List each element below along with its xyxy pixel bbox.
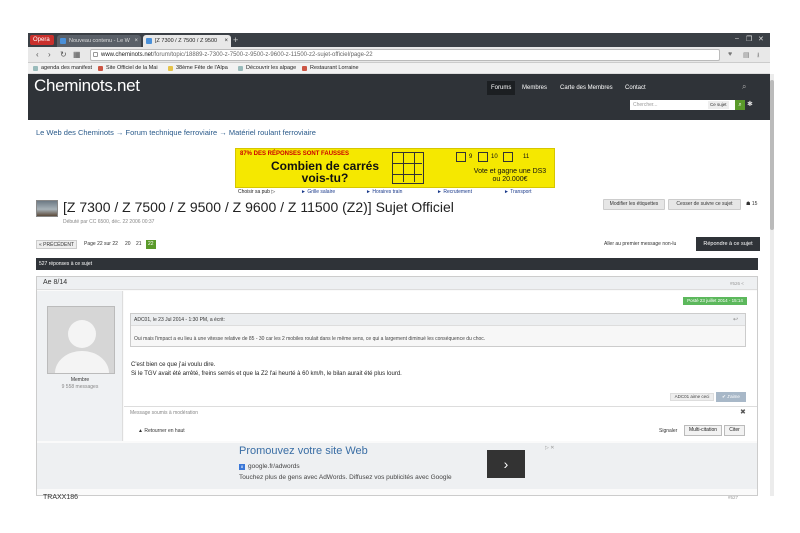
post-number[interactable]: #526 < xyxy=(730,281,744,286)
like-button[interactable]: ✔ J'aime xyxy=(716,392,746,402)
ad-answer-9: 9 xyxy=(469,154,473,160)
opera-menu-button[interactable]: Opera xyxy=(30,35,54,45)
thread-thumbnail xyxy=(36,200,58,217)
nav-contact[interactable]: Contact xyxy=(621,81,650,95)
thread-started-by: Débuté par CC 6500, déc. 22 2006 00:37 xyxy=(63,219,155,225)
member-message-count: 9 558 messages xyxy=(61,384,99,390)
likes-summary[interactable]: ADC01 aime ceci xyxy=(670,393,714,401)
moderation-note: Message soumis à modération xyxy=(130,410,199,416)
scrollbar-thumb[interactable] xyxy=(770,80,774,230)
tab-nouveau-contenu[interactable]: Nouveau contenu - Le W × xyxy=(57,35,141,47)
ad-headline: 87% DES RÉPONSES SONT FAUSSES xyxy=(240,151,350,157)
search-icon[interactable]: ⌕ xyxy=(742,82,746,92)
bookmark-agenda[interactable]: agenda des manifest xyxy=(33,64,92,73)
post-author[interactable]: Ae 8/14 xyxy=(43,279,67,286)
reload-icon[interactable]: ↻ xyxy=(60,50,67,59)
page-title: [Z 7300 / Z 7500 / Z 9500 / Z 9600 / Z 1… xyxy=(63,199,454,215)
divider xyxy=(124,406,757,407)
quote-button[interactable]: Citer xyxy=(724,425,745,436)
tab-sujet-officiel[interactable]: [Z 7300 / Z 7500 / Z 9500 × xyxy=(143,35,231,47)
share-icon[interactable]: < xyxy=(741,281,744,286)
new-tab-button[interactable]: + xyxy=(233,35,243,45)
adwords-title[interactable]: Promouvez votre site Web xyxy=(239,445,368,457)
adwords-go-button[interactable]: › xyxy=(487,450,525,478)
ad-choices-icon[interactable]: ▷ ✕ xyxy=(545,445,554,451)
search-submit-button[interactable]: ⌕ xyxy=(735,100,745,110)
site-info-icon[interactable] xyxy=(93,52,98,57)
forward-icon[interactable]: › xyxy=(48,50,51,59)
adwords-ad[interactable] xyxy=(37,443,757,489)
ad-link-horaires[interactable]: ► Horaires train xyxy=(366,189,402,195)
url-input[interactable]: www.cheminots.net/forum/topic/18889-z-73… xyxy=(90,49,720,61)
search-scope-select[interactable]: Ce sujet xyxy=(708,101,729,109)
ad-link-transport[interactable]: ► Transport xyxy=(504,189,531,195)
page-link-20[interactable]: 20 xyxy=(125,240,131,249)
back-icon[interactable]: ‹ xyxy=(36,50,39,59)
page-info: Page 22 sur 22 xyxy=(84,241,118,247)
minimize-icon[interactable]: – xyxy=(735,35,739,42)
close-tab-icon[interactable]: × xyxy=(224,35,228,47)
gear-icon[interactable]: ✱ xyxy=(747,100,753,108)
adwords-url[interactable]: google.fr/adwords xyxy=(248,463,300,470)
quote-jump-icon[interactable]: ↩ xyxy=(733,316,738,323)
member-role: Membre xyxy=(70,377,90,383)
post-body: C'est bien ce que j'ai voulu dire. Si le … xyxy=(131,362,402,377)
bookmark-fete-alpage[interactable]: 38ème Fête de l'Alpa xyxy=(168,64,228,73)
close-tab-icon[interactable]: × xyxy=(134,35,138,47)
nav-forums[interactable]: Forums xyxy=(487,81,516,95)
ad-answer-box xyxy=(478,152,488,162)
ad-answer-11: 11 xyxy=(523,154,530,160)
bookmark-site-officiel[interactable]: Site Officiel de la Mai xyxy=(98,64,158,73)
default-avatar-icon xyxy=(48,307,114,373)
multi-quote-button[interactable]: Multi-citation xyxy=(684,425,722,436)
favicon-icon xyxy=(146,38,152,44)
back-to-top-link[interactable]: ▲ Retourner en haut xyxy=(138,428,185,434)
quote-header: ADC01, le 23 Jul 2014 - 1:30 PM, a écrit… xyxy=(131,314,745,326)
favicon-icon xyxy=(60,38,66,44)
watchers-count: ☗ 15 xyxy=(746,201,758,207)
replies-count-bar: 527 réponses à ce sujet xyxy=(36,258,758,270)
download-icon[interactable]: ⭳ xyxy=(757,51,759,62)
bookmark-decouvrir-alpages[interactable]: Découvrir les alpage xyxy=(238,64,296,73)
post-header xyxy=(37,277,757,290)
avatar[interactable] xyxy=(47,306,115,374)
reply-button[interactable]: Répondre à ce sujet xyxy=(696,237,760,251)
speed-dial-icon[interactable]: ▦ xyxy=(73,50,81,59)
ad-link-grille[interactable]: ► Grille salaire xyxy=(301,189,335,195)
ad-question: Combien de carrés vois-tu? xyxy=(270,159,380,185)
first-unread-link[interactable]: Aller au premier message non-lu xyxy=(604,241,676,247)
breadcrumb[interactable]: Le Web des Cheminots → Forum technique f… xyxy=(36,128,316,137)
ad-prize-text: Vote et gagne une DS3 ou 20.000€ xyxy=(473,168,547,183)
post-date-badge: Posté 23 juillet 2014 - 15:14 xyxy=(683,297,747,305)
report-link[interactable]: Signaler xyxy=(659,428,677,434)
edit-tags-button[interactable]: Modifier les étiquettes xyxy=(603,199,665,210)
ad-link-recrutement[interactable]: ► Recrutement xyxy=(437,189,472,195)
heart-icon[interactable]: ♥ xyxy=(728,51,732,58)
close-icon[interactable]: ✖ xyxy=(740,408,746,416)
page-link-21[interactable]: 21 xyxy=(136,240,142,249)
ad-choice-label[interactable]: Choisir sa pub ▷ xyxy=(238,189,275,195)
nav-carte-membres[interactable]: Carte des Membres xyxy=(556,81,617,95)
close-window-icon[interactable]: ✕ xyxy=(758,35,764,43)
page-current[interactable]: 22 xyxy=(146,240,156,249)
maximize-icon[interactable]: ❐ xyxy=(746,35,752,43)
site-logo[interactable]: Cheminots.net xyxy=(34,76,140,96)
quote-text: Oui mais l'impact a eu lieu à une vitess… xyxy=(134,336,486,342)
ad-grid-graphic xyxy=(392,152,424,184)
adwords-description: Touchez plus de gens avec AdWords. Diffu… xyxy=(239,474,452,481)
ad-badge-icon: 8 xyxy=(239,464,245,470)
next-post-number[interactable]: #527 xyxy=(728,495,738,500)
unfollow-button[interactable]: Cesser de suivre ce sujet xyxy=(668,199,741,210)
ad-answer-box xyxy=(456,152,466,162)
next-post-author[interactable]: TRAXX186 xyxy=(43,494,78,501)
nav-membres[interactable]: Membres xyxy=(518,81,551,95)
ad-answer-box xyxy=(503,152,513,162)
prev-page-button[interactable]: « PRÉCÉDENT xyxy=(36,240,78,249)
ad-answer-10: 10 xyxy=(491,154,498,160)
menu-icon[interactable]: ▤ xyxy=(743,51,750,59)
bookmark-restaurant[interactable]: Restaurant Lorraine xyxy=(302,64,359,73)
